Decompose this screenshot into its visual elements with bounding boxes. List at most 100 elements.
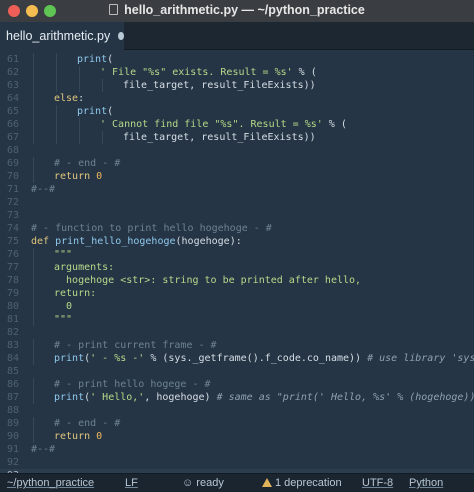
line-number: 72 <box>6 197 19 208</box>
indent-guide <box>33 248 34 261</box>
indent-guide <box>33 391 34 404</box>
code-token: print <box>77 106 108 117</box>
modified-dot-icon[interactable] <box>118 32 124 40</box>
line-number: 73 <box>6 210 19 221</box>
window-title-container: hello_arithmetic.py — ~/python_practice <box>0 3 474 17</box>
code-text: # - end - # <box>54 157 120 170</box>
code-line[interactable]: 79 return: <box>0 287 474 300</box>
code-line[interactable]: 86 # - print hello hogege - # <box>0 378 474 391</box>
indent-guide <box>33 92 34 105</box>
indent-guide <box>33 53 34 66</box>
code-token: , hogehoge) <box>144 392 217 403</box>
code-text: # - function to print hello hogehoge - # <box>31 222 272 235</box>
code-line[interactable]: 84 print(' - %s -' % (sys._getframe().f_c… <box>0 352 474 365</box>
line-ending-selector[interactable]: LF <box>125 477 138 489</box>
code-text: #--# <box>31 183 55 196</box>
indent-guide <box>33 157 34 170</box>
code-token: ( <box>107 54 114 65</box>
code-line[interactable]: 92 <box>0 456 474 469</box>
code-token: #--# <box>31 444 56 455</box>
code-line[interactable]: 85 <box>0 365 474 378</box>
grammar-selector[interactable]: Python <box>409 477 443 489</box>
line-number: 68 <box>6 145 19 156</box>
code-line[interactable]: 90 return 0 <box>0 430 474 443</box>
code-line[interactable]: 62 ' File "%s" exists. Result = %s' % ( <box>0 66 474 79</box>
code-text: print( <box>77 53 113 66</box>
code-text: # - print hello hogege - # <box>54 378 211 391</box>
code-token: """ <box>54 314 73 325</box>
encoding-selector[interactable]: UTF-8 <box>362 477 393 489</box>
code-token: # same as "print(' Hello, %s' % (hogehog… <box>216 392 474 403</box>
indent-guide <box>79 118 80 131</box>
code-line[interactable]: 69 # - end - # <box>0 157 474 170</box>
code-line[interactable]: 88 <box>0 404 474 417</box>
code-text: file_target, result_FileExists)) <box>123 131 316 144</box>
line-number: 71 <box>6 184 19 195</box>
code-token: % (sys._getframe().f_code.co_name)) <box>144 353 368 364</box>
code-line[interactable]: 74 # - function to print hello hogehoge -… <box>0 222 474 235</box>
code-line[interactable]: 63 file_target, result_FileExists)) <box>0 79 474 92</box>
code-text: return 0 <box>54 170 102 183</box>
code-line[interactable]: 61 print( <box>0 53 474 66</box>
code-text: return 0 <box>54 430 102 443</box>
indent-guide <box>33 170 34 183</box>
line-number: 80 <box>6 301 19 312</box>
indent-guide <box>33 274 34 287</box>
code-token: # - end - # <box>54 418 121 429</box>
code-token: 0 <box>96 431 103 442</box>
line-number: 78 <box>6 275 19 286</box>
code-line[interactable]: 73 <box>0 209 474 222</box>
code-line[interactable]: 81 """ <box>0 313 474 326</box>
code-text: hogehoge <str>: string to be printed aft… <box>54 274 361 287</box>
code-text: print(' Hello,', hogehoge) # same as "pr… <box>54 391 474 404</box>
code-token: # - end - # <box>54 158 121 169</box>
status-indicator[interactable]: ☺ ready <box>182 477 224 489</box>
code-line[interactable]: 80 0 <box>0 300 474 313</box>
code-token: ' - %s -' <box>90 353 145 364</box>
code-line[interactable]: 76 """ <box>0 248 474 261</box>
code-line[interactable]: 87 print(' Hello,', hogehoge) # same as "… <box>0 391 474 404</box>
indent-guide <box>56 79 57 92</box>
code-line[interactable]: 89 # - end - # <box>0 417 474 430</box>
line-number: 62 <box>6 67 19 78</box>
code-line[interactable]: 64 else: <box>0 92 474 105</box>
line-number: 89 <box>6 418 19 429</box>
code-line[interactable]: 66 ' Cannot find file "%s". Result = %s' … <box>0 118 474 131</box>
indent-guide <box>33 79 34 92</box>
code-line[interactable]: 70 return 0 <box>0 170 474 183</box>
code-token: # - print hello hogege - # <box>54 379 211 390</box>
code-token: return <box>54 171 91 182</box>
project-path-link[interactable]: ~/python_practice <box>7 477 94 489</box>
code-line[interactable]: 67 file_target, result_FileExists)) <box>0 131 474 144</box>
indent-guide <box>56 53 57 66</box>
code-line[interactable]: 75 def print_hello_hogehoge(hogehoge): <box>0 235 474 248</box>
code-token: """ <box>54 249 73 260</box>
code-line[interactable]: 68 <box>0 144 474 157</box>
code-token: def <box>31 236 50 247</box>
code-line[interactable]: 91 #--# <box>0 443 474 456</box>
tab-hello-arithmetic[interactable]: hello_arithmetic.py <box>0 22 124 50</box>
line-number: 87 <box>6 392 19 403</box>
code-line[interactable]: 65 print( <box>0 105 474 118</box>
line-number: 66 <box>6 119 19 130</box>
code-line[interactable]: 83 # - print current frame - # <box>0 339 474 352</box>
line-number: 74 <box>6 223 19 234</box>
code-editor[interactable]: 61 print(62 ' File "%s" exists. Result = %… <box>0 50 474 473</box>
code-token: # use library 'sys' <box>367 353 474 364</box>
code-line[interactable]: 82 <box>0 326 474 339</box>
deprecation-indicator[interactable]: 1 deprecation <box>262 477 342 489</box>
code-token: file_target, result_FileExists)) <box>123 132 316 143</box>
line-number: 61 <box>6 54 19 65</box>
code-token: % ( <box>292 67 317 78</box>
code-line[interactable]: 72 <box>0 196 474 209</box>
code-line[interactable]: 77 arguments: <box>0 261 474 274</box>
indent-guide <box>33 105 34 118</box>
code-token: : <box>78 93 85 104</box>
document-icon <box>109 4 119 15</box>
line-number: 88 <box>6 405 19 416</box>
smile-icon: ☺ <box>182 477 194 489</box>
code-line[interactable]: 78 hogehoge <str>: string to be printed … <box>0 274 474 287</box>
code-text: ' Cannot find file "%s". Result = %s' % … <box>100 118 347 131</box>
line-number: 64 <box>6 93 19 104</box>
code-line[interactable]: 71 #--# <box>0 183 474 196</box>
